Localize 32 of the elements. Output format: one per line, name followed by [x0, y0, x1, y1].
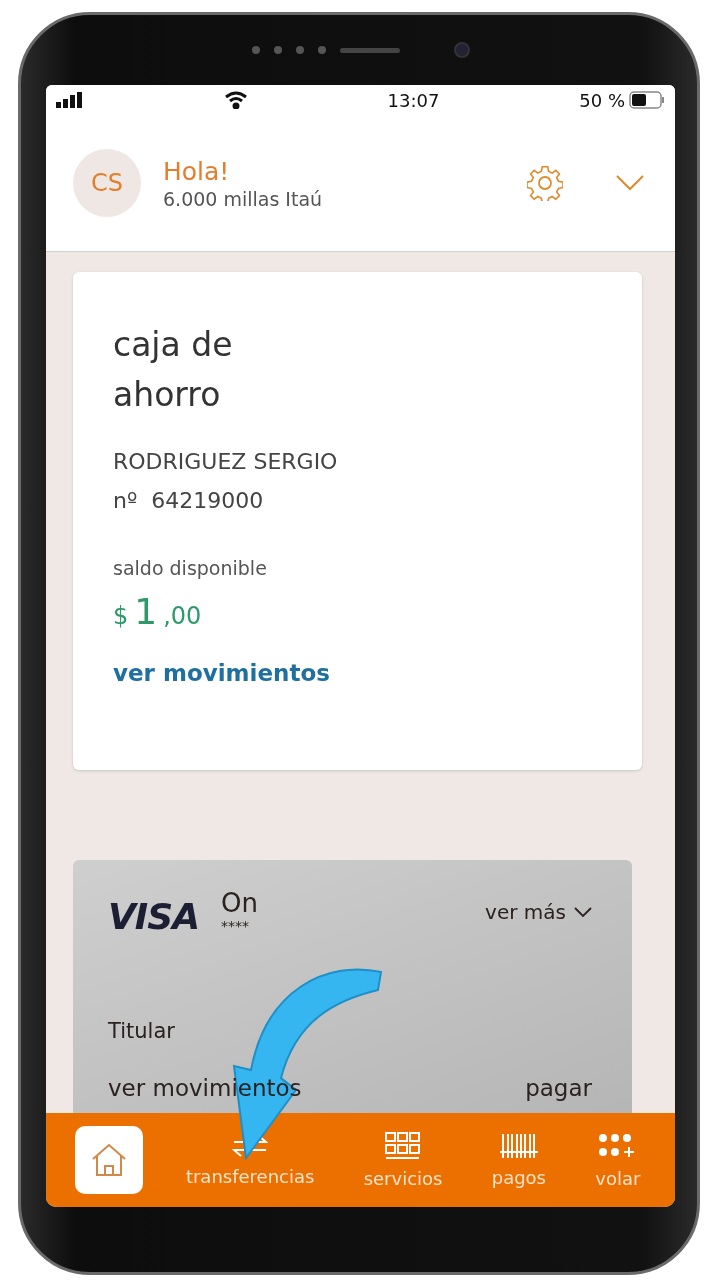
status-time: 13:07	[387, 89, 440, 111]
balance-decimals: ,00	[163, 602, 202, 630]
card-action[interactable]: pagar	[525, 1075, 592, 1101]
avatar[interactable]: CS	[73, 149, 141, 217]
signal-icon	[56, 92, 84, 108]
card-brand: VISA	[108, 896, 200, 937]
see-more-button[interactable]: ver más	[485, 900, 592, 924]
greeting: Hola!	[163, 156, 231, 186]
account-title: caja de ahorro	[113, 324, 234, 416]
settings-icon[interactable]	[527, 165, 563, 201]
miles-balance: 6.000 millas Itaú	[163, 187, 324, 210]
caret-icon	[574, 906, 592, 918]
nav-item[interactable]: pagos	[485, 1128, 552, 1192]
nav-item[interactable]: volar	[589, 1127, 647, 1193]
nav-item[interactable]	[74, 1126, 143, 1194]
card-name: On	[221, 888, 258, 918]
movements-link[interactable]: ver movimientos	[113, 660, 330, 686]
currency-symbol: $	[113, 602, 129, 630]
wifi-icon	[223, 91, 248, 109]
nav-item[interactable]: servicios	[357, 1127, 449, 1193]
barcode-icon	[498, 1132, 539, 1159]
holder-label: Titular	[108, 1019, 176, 1043]
account-holder: RODRIGUEZ SERGIO	[113, 449, 339, 474]
home-icon	[90, 1143, 127, 1177]
chevron-down-icon[interactable]	[615, 174, 645, 192]
battery-percent: 50 %	[579, 89, 625, 111]
battery-icon	[629, 91, 665, 109]
card-number: ****	[221, 918, 251, 934]
grid-icon	[385, 1131, 422, 1160]
balance-amount: 1	[134, 591, 158, 632]
account-number: nº 64219000	[113, 488, 265, 513]
balance-label: saldo disponible	[113, 557, 268, 579]
